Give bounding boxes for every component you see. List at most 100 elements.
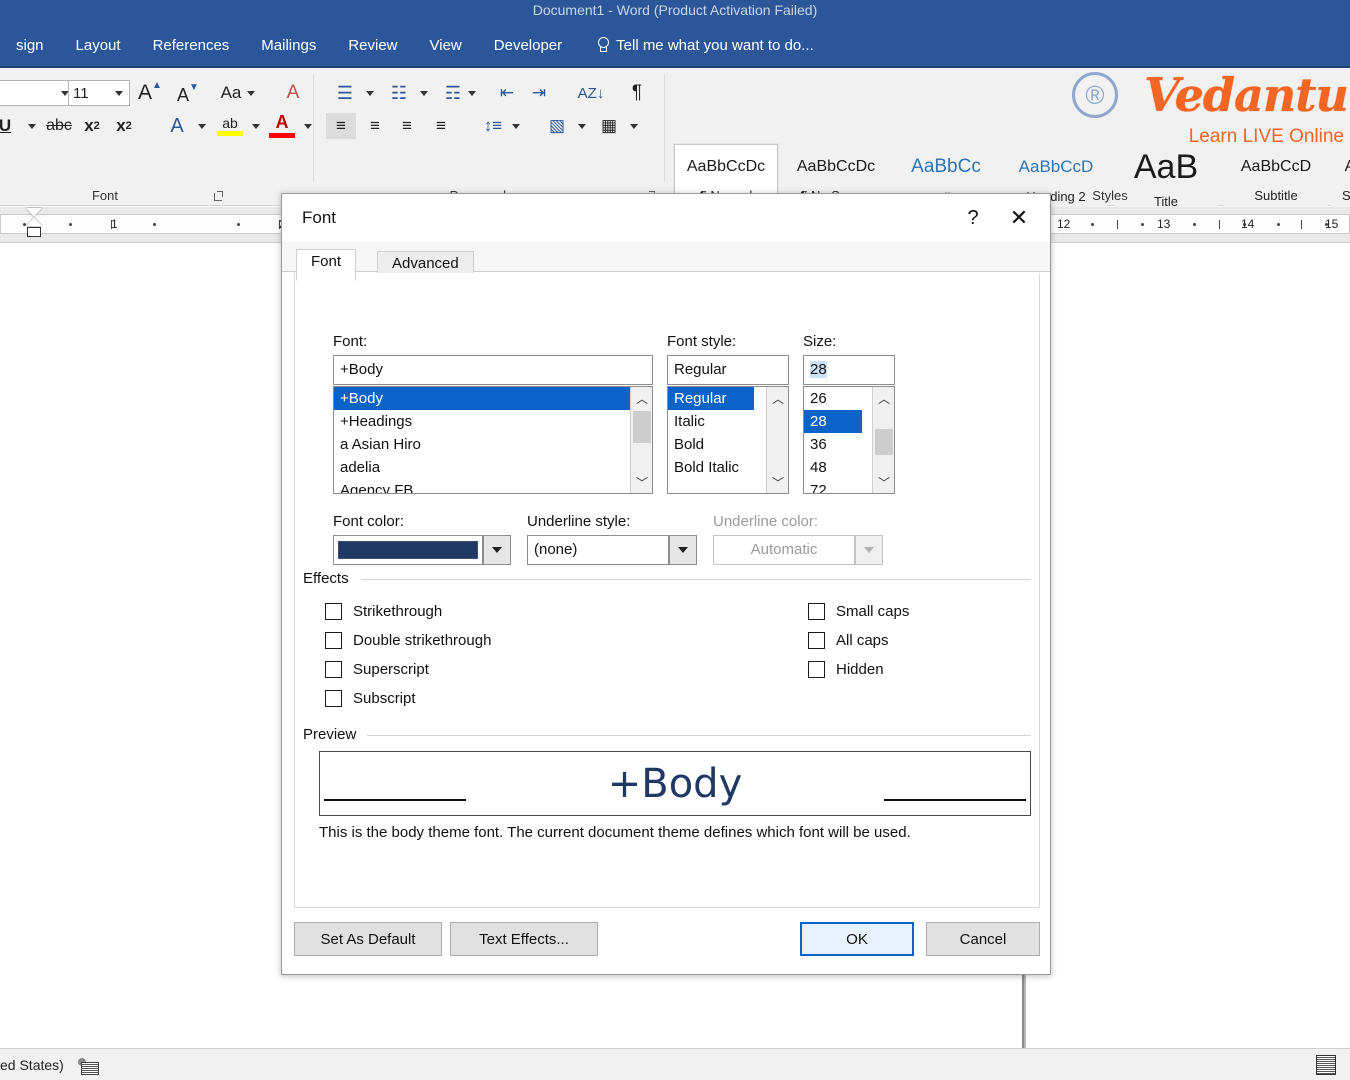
font-name-combo[interactable]: ody) xyxy=(0,80,76,106)
scroll-thumb[interactable] xyxy=(633,411,651,443)
borders-dropdown[interactable] xyxy=(624,115,644,137)
font-size-scrollbar[interactable]: ︿ ﹀ xyxy=(872,387,894,493)
style-title[interactable]: AaB Title xyxy=(1114,144,1218,216)
ribbon-tab-layout[interactable]: Layout xyxy=(60,33,137,58)
change-case-button[interactable]: Aa xyxy=(214,80,262,106)
checkbox-box[interactable] xyxy=(325,603,342,620)
decrease-indent-icon[interactable]: ⇤ xyxy=(492,80,522,106)
font-style-list-item[interactable]: Regular xyxy=(668,387,754,410)
font-list-item[interactable]: a Asian Hiro xyxy=(334,433,652,456)
font-color-dropdown[interactable] xyxy=(298,115,318,137)
font-name-input[interactable]: +Body xyxy=(333,355,653,385)
close-icon[interactable]: ✕ xyxy=(996,195,1042,241)
checkbox-superscript[interactable]: Superscript xyxy=(325,661,429,678)
numbered-list-icon[interactable]: ☷ xyxy=(382,80,416,106)
scroll-up-icon[interactable]: ︿ xyxy=(631,387,653,409)
checkbox-box[interactable] xyxy=(325,690,342,707)
font-size-input[interactable]: 28 xyxy=(803,355,895,385)
show-formatting-marks-icon[interactable]: ¶ xyxy=(622,80,652,106)
align-center-icon[interactable]: ≡ xyxy=(360,113,390,139)
font-size-combo[interactable]: 11 xyxy=(68,80,130,106)
checkbox-box[interactable] xyxy=(325,661,342,678)
font-style-input[interactable]: Regular xyxy=(667,355,789,385)
text-effects-dropdown[interactable] xyxy=(192,115,212,137)
font-list[interactable]: +Body +Headings a Asian Hiro adelia Agen… xyxy=(333,386,653,494)
ribbon-tab-view[interactable]: View xyxy=(414,33,478,58)
checkbox-strikethrough[interactable]: Strikethrough xyxy=(325,603,442,620)
set-as-default-button[interactable]: Set As Default xyxy=(294,922,442,956)
indent-marker[interactable] xyxy=(26,208,42,238)
font-color-icon[interactable]: A xyxy=(266,110,298,140)
bullet-list-icon[interactable]: ☰ xyxy=(328,80,362,106)
ribbon-tab-developer[interactable]: Developer xyxy=(478,33,578,58)
checkbox-all-caps[interactable]: All caps xyxy=(808,632,889,649)
ribbon-tab-references[interactable]: References xyxy=(137,33,246,58)
text-effects-icon[interactable]: A xyxy=(162,113,192,139)
checkbox-hidden[interactable]: Hidden xyxy=(808,661,884,678)
ribbon-tab-mailings[interactable]: Mailings xyxy=(245,33,332,58)
font-list-item[interactable]: Agency FB xyxy=(334,479,652,494)
horizontal-ruler-right[interactable]: 12 13 14 15 xyxy=(1028,214,1350,234)
checkbox-subscript[interactable]: Subscript xyxy=(325,690,416,707)
cancel-button[interactable]: Cancel xyxy=(926,922,1040,956)
checkbox-box[interactable] xyxy=(808,603,825,620)
scroll-up-icon[interactable]: ︿ xyxy=(767,387,789,409)
ribbon-tab-design[interactable]: sign xyxy=(0,33,60,58)
grow-font-icon[interactable]: A ▲ xyxy=(136,80,164,106)
font-color-swatch[interactable] xyxy=(333,535,483,565)
line-spacing-dropdown[interactable] xyxy=(506,115,526,137)
font-color-dropdown[interactable] xyxy=(483,535,511,565)
language-status[interactable]: ed States) xyxy=(0,1057,64,1073)
font-dialog-launcher[interactable] xyxy=(213,191,224,202)
underline-style-value[interactable]: (none) xyxy=(527,535,669,565)
checkbox-box[interactable] xyxy=(808,632,825,649)
text-effects-button[interactable]: Text Effects... xyxy=(450,922,598,956)
font-style-list[interactable]: Regular Italic Bold Bold Italic ︿ ﹀ xyxy=(667,386,789,494)
checkbox-box[interactable] xyxy=(325,632,342,649)
checkbox-box[interactable] xyxy=(808,661,825,678)
align-right-icon[interactable]: ≡ xyxy=(392,113,422,139)
borders-icon[interactable]: ▦ xyxy=(594,113,624,139)
help-button[interactable]: ? xyxy=(950,195,996,241)
underline-button[interactable]: U xyxy=(0,113,18,139)
shading-icon[interactable]: ▧ xyxy=(542,113,572,139)
font-size-list[interactable]: 26 28 36 48 72 ︿ ﹀ xyxy=(803,386,895,494)
font-list-item[interactable]: +Body xyxy=(334,387,652,410)
strikethrough-button[interactable]: abc xyxy=(44,113,74,139)
font-list-item[interactable]: adelia xyxy=(334,456,652,479)
read-mode-icon[interactable] xyxy=(1316,1055,1336,1075)
justify-icon[interactable]: ≡ xyxy=(426,113,456,139)
font-list-item[interactable]: +Headings xyxy=(334,410,652,433)
sort-icon[interactable]: AZ↓ xyxy=(574,80,608,106)
font-style-scrollbar[interactable]: ︿ ﹀ xyxy=(766,387,788,493)
font-list-scrollbar[interactable]: ︿ ﹀ xyxy=(630,387,652,493)
clear-formatting-icon[interactable]: A xyxy=(278,80,308,106)
ribbon-tab-review[interactable]: Review xyxy=(332,33,413,58)
superscript-button[interactable]: x2 xyxy=(110,113,138,139)
checkbox-small-caps[interactable]: Small caps xyxy=(808,603,909,620)
align-left-icon[interactable]: ≡ xyxy=(326,113,356,139)
scroll-down-icon[interactable]: ﹀ xyxy=(767,471,789,493)
shrink-font-icon[interactable]: A ▼ xyxy=(174,82,202,108)
style-subtle-emphasis[interactable]: A Su xyxy=(1330,144,1350,216)
ok-button[interactable]: OK xyxy=(800,922,914,956)
highlight-color-icon[interactable]: ab xyxy=(214,110,246,140)
checkbox-double-strikethrough[interactable]: Double strikethrough xyxy=(325,632,491,649)
bullet-list-dropdown[interactable] xyxy=(360,82,380,104)
tab-font[interactable]: Font xyxy=(296,249,356,281)
proofing-status-icon[interactable] xyxy=(78,1057,98,1073)
tell-me-search[interactable]: Tell me what you want to do... xyxy=(596,37,814,54)
font-size-list-item[interactable]: 28 xyxy=(804,410,862,433)
style-subtitle[interactable]: AaBbCcD Subtitle xyxy=(1224,144,1328,216)
scroll-down-icon[interactable]: ﹀ xyxy=(873,471,895,493)
scroll-down-icon[interactable]: ﹀ xyxy=(631,471,653,493)
document-page-right[interactable] xyxy=(1026,243,1350,1048)
scroll-thumb[interactable] xyxy=(875,429,893,455)
numbered-list-dropdown[interactable] xyxy=(414,82,434,104)
multilevel-list-dropdown[interactable] xyxy=(462,82,482,104)
underline-style-dropdown[interactable] xyxy=(669,535,697,565)
underline-dropdown[interactable] xyxy=(22,115,42,137)
line-spacing-icon[interactable]: ↕≡ xyxy=(478,113,508,139)
highlight-dropdown[interactable] xyxy=(246,115,266,137)
scroll-up-icon[interactable]: ︿ xyxy=(873,387,895,409)
